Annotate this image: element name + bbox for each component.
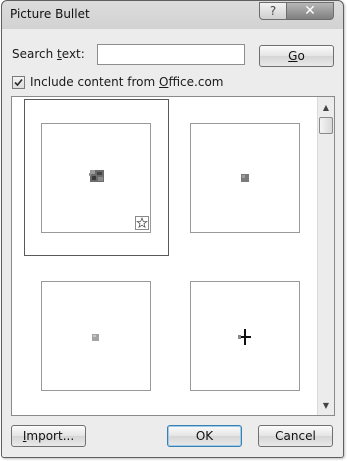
scroll-up-arrow-icon[interactable]: ▲ <box>318 99 334 115</box>
include-office-content-label: Include content from Office.com <box>30 75 223 89</box>
cancel-button[interactable]: Cancel <box>258 425 333 447</box>
include-label-text-start: Include content from <box>30 75 159 89</box>
search-text-label: Search text: <box>12 47 85 61</box>
search-input[interactable] <box>97 44 245 65</box>
picture-gallery[interactable]: ▲ ▼ <box>11 96 335 416</box>
scroll-thumb[interactable] <box>319 117 333 134</box>
small-light-gray-square-bullet-icon <box>92 334 99 341</box>
search-label-text-end: ext: <box>61 47 85 61</box>
gray-marble-bullet-icon <box>89 170 104 182</box>
gallery-scrollbar[interactable]: ▲ ▼ <box>317 97 334 415</box>
gallery-item-small-light-gray-square-bullet[interactable] <box>41 281 151 391</box>
black-cross-bullet-icon <box>238 329 251 345</box>
small-gray-square-bullet-icon <box>241 174 249 182</box>
import-button[interactable]: Import... <box>11 425 86 447</box>
title-bar[interactable]: Picture Bullet ? ✕ <box>2 1 343 29</box>
search-label-text-start: Search <box>12 47 58 61</box>
import-label: mport... <box>26 429 75 443</box>
gallery-item-small-gray-square-bullet[interactable] <box>190 123 300 233</box>
gallery-item-black-cross-bullet[interactable] <box>190 281 300 391</box>
include-office-content-option[interactable]: Include content from Office.com <box>12 75 223 89</box>
ok-button[interactable]: OK <box>167 425 242 447</box>
picture-bullet-dialog: Picture Bullet ? ✕ Search text: Go Inclu… <box>1 0 344 458</box>
close-button[interactable]: ✕ <box>286 2 334 20</box>
checkmark-icon <box>14 78 23 86</box>
gallery-item-gray-marble-bullet[interactable] <box>41 123 151 233</box>
help-button[interactable]: ? <box>259 2 287 20</box>
go-label: o <box>297 49 305 63</box>
include-label-text-end: ffice.com <box>168 75 224 89</box>
dialog-title: Picture Bullet <box>10 7 90 21</box>
ok-label: OK <box>195 429 214 443</box>
close-icon: ✕ <box>304 3 316 19</box>
cancel-label: Cancel <box>275 429 316 443</box>
scroll-down-arrow-icon[interactable]: ▼ <box>318 397 334 413</box>
go-button[interactable]: Go <box>259 45 334 67</box>
include-office-content-checkbox[interactable] <box>12 75 25 89</box>
go-access-key: G <box>288 49 298 63</box>
help-icon: ? <box>269 4 277 18</box>
office-com-star-icon <box>135 216 149 230</box>
